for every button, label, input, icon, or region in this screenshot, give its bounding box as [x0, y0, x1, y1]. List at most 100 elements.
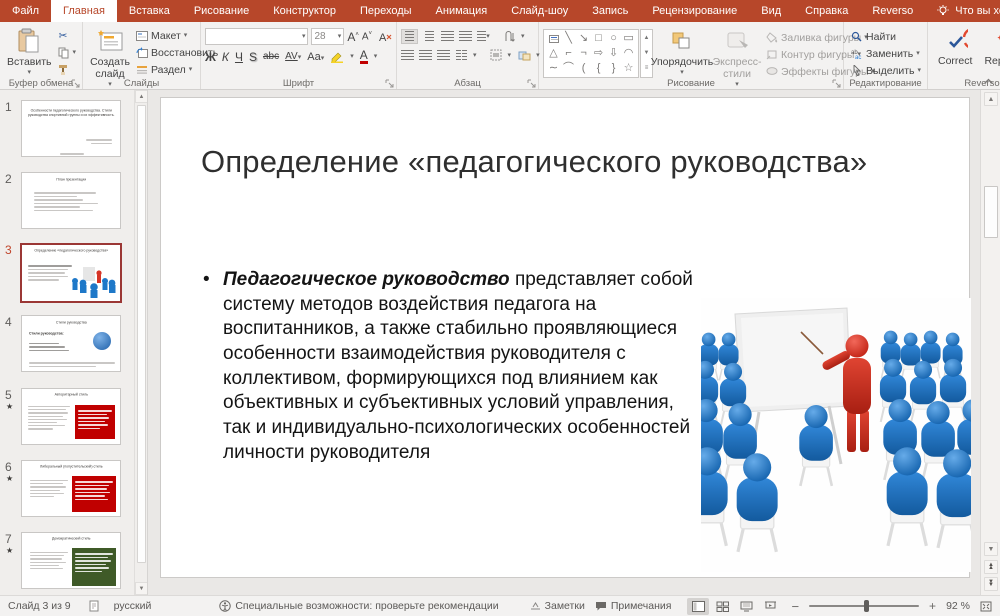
scroll-thumb[interactable]: [984, 186, 998, 238]
tell-me-box[interactable]: Что вы хотите сделать?: [937, 0, 1000, 22]
tab-home[interactable]: Главная: [51, 0, 117, 22]
tab-design[interactable]: Конструктор: [261, 0, 348, 22]
normal-view-button[interactable]: [687, 598, 709, 615]
slide-canvas[interactable]: Определение «педагогического руководства…: [160, 97, 970, 578]
strikethrough-button[interactable]: abc: [263, 51, 279, 62]
bold-button[interactable]: Ж: [205, 50, 216, 64]
text-direction-button[interactable]: [503, 31, 516, 43]
line-spacing-button[interactable]: ▾: [477, 31, 490, 43]
shape-elbow-connector-icon[interactable]: ⌐: [562, 47, 576, 61]
columns-button[interactable]: [455, 49, 468, 61]
slide-counter[interactable]: Слайд 3 из 9: [8, 600, 71, 612]
zoom-slider[interactable]: [809, 605, 919, 607]
shape-elbow-arrow-icon[interactable]: ¬: [577, 47, 591, 61]
find-button[interactable]: Найти: [848, 29, 923, 44]
tab-help[interactable]: Справка: [793, 0, 860, 22]
font-color-button[interactable]: A: [360, 49, 368, 64]
decrease-indent-button[interactable]: [441, 31, 454, 43]
align-center-button[interactable]: [419, 49, 432, 61]
zoom-in-button[interactable]: +: [929, 599, 936, 613]
shape-curve-icon[interactable]: (: [577, 62, 591, 76]
copy-button[interactable]: ▾: [55, 45, 79, 60]
slide-body-text[interactable]: •Педагогическое руководство представляет…: [201, 268, 701, 466]
thumbnail-slide-2[interactable]: План презентации: [21, 172, 121, 229]
align-text-button[interactable]: [490, 49, 503, 61]
notes-button[interactable]: Заметки: [530, 600, 585, 612]
zoom-level[interactable]: 92 %: [946, 600, 970, 612]
fit-slide-button[interactable]: [980, 601, 992, 612]
tab-view[interactable]: Вид: [749, 0, 793, 22]
shapes-gallery[interactable]: ╲ ↘ □ ○ ▭ △ ⌐ ¬ ⇨ ⇩ ◠ ∼ ⌒ ( { } ☆: [543, 29, 639, 78]
thumbnail-slide-3-selected[interactable]: Определение «педагогического руководства…: [20, 243, 122, 303]
shape-line-icon[interactable]: ╲: [562, 32, 576, 46]
language-indicator[interactable]: русский: [114, 600, 152, 612]
shape-rectangle-icon[interactable]: □: [592, 32, 606, 46]
reading-view-button[interactable]: [735, 598, 757, 615]
accessibility-checker[interactable]: Специальные возможности: проверьте реком…: [219, 600, 498, 612]
underline-button[interactable]: Ч: [235, 50, 243, 64]
thumbnail-slide-4[interactable]: Стили руководства Стили руководства:: [21, 315, 121, 372]
shape-right-brace-icon[interactable]: }: [607, 62, 621, 76]
font-size-combo[interactable]: 28▾: [311, 28, 344, 45]
tab-record[interactable]: Запись: [580, 0, 640, 22]
slide-sorter-view-button[interactable]: [711, 598, 733, 615]
thumbnail-slide-5[interactable]: Авторитарный стиль: [21, 388, 121, 445]
align-left-button[interactable]: [401, 49, 414, 61]
arrange-button[interactable]: Упорядочить ▾: [653, 25, 711, 78]
thumbnail-slide-1[interactable]: Особенности педагогического руководства.…: [21, 100, 121, 157]
next-slide-button[interactable]: ▼▼: [984, 577, 998, 591]
thumbnail-slide-7[interactable]: Демократический стиль: [21, 532, 121, 589]
thumbnail-scroll-thumb[interactable]: [137, 105, 146, 563]
zoom-slider-knob[interactable]: [864, 600, 869, 612]
tab-draw[interactable]: Рисование: [182, 0, 261, 22]
shape-chord-icon[interactable]: ◠: [622, 47, 636, 61]
shape-scribble-icon[interactable]: ∼: [547, 62, 561, 76]
tab-transitions[interactable]: Переходы: [348, 0, 424, 22]
shape-star-icon[interactable]: ☆: [622, 62, 636, 76]
character-spacing-button[interactable]: AV▾: [285, 51, 301, 62]
collapse-ribbon-button[interactable]: [983, 78, 994, 85]
comments-button[interactable]: Примечания: [595, 600, 672, 612]
paste-button[interactable]: Вставить ▾: [4, 25, 55, 78]
tab-slideshow[interactable]: Слайд-шоу: [499, 0, 580, 22]
italic-button[interactable]: К: [222, 50, 229, 64]
font-name-combo[interactable]: ▾: [205, 28, 308, 45]
shape-textbox-icon[interactable]: [547, 32, 561, 46]
change-case-button[interactable]: Aa▾: [307, 51, 324, 63]
slideshow-view-button[interactable]: [759, 598, 781, 615]
shrink-font-button[interactable]: A˅: [362, 31, 372, 42]
vertical-scrollbar[interactable]: ▲ ▼ ▲▲ ▼▼: [980, 90, 1000, 595]
reverso-rephraser-button[interactable]: Rephraser: [978, 25, 1000, 67]
select-button[interactable]: Выделить▾: [848, 63, 923, 78]
text-shadow-button[interactable]: S: [249, 50, 257, 64]
reverso-correct-button[interactable]: Correct: [932, 25, 978, 67]
classroom-picture[interactable]: [701, 298, 971, 572]
shape-down-arrow-icon[interactable]: ⇩: [607, 47, 621, 61]
spellcheck-icon[interactable]: [89, 600, 100, 612]
tab-review[interactable]: Рецензирование: [640, 0, 749, 22]
grow-font-button[interactable]: A˄: [347, 30, 359, 44]
replace-button[interactable]: abac Заменить▾: [848, 46, 923, 61]
shape-arc-icon[interactable]: ⌒: [562, 62, 576, 76]
tab-insert[interactable]: Вставка: [117, 0, 182, 22]
clear-formatting-button[interactable]: A: [379, 31, 392, 43]
shapes-scroll-up[interactable]: ▲: [641, 30, 652, 45]
tab-animations[interactable]: Анимация: [424, 0, 500, 22]
tab-file[interactable]: Файл: [0, 0, 51, 22]
align-right-button[interactable]: [437, 49, 450, 61]
shape-oval-icon[interactable]: ○: [607, 32, 621, 46]
increase-indent-button[interactable]: [459, 31, 472, 43]
shape-arrow-icon[interactable]: ↘: [577, 32, 591, 46]
cut-button[interactable]: ✂: [55, 28, 79, 43]
shape-triangle-icon[interactable]: △: [547, 47, 561, 61]
thumbnail-panel-scrollbar[interactable]: ▲ ▼: [134, 90, 147, 595]
previous-slide-button[interactable]: ▲▲: [984, 560, 998, 574]
scroll-up-button[interactable]: ▲: [984, 92, 998, 106]
thumbnail-slide-6[interactable]: Либеральный (попустительский) стиль: [21, 460, 121, 517]
bullets-button[interactable]: [401, 29, 418, 44]
scroll-down-button[interactable]: ▼: [984, 542, 998, 556]
highlight-button[interactable]: [330, 51, 344, 63]
thumbnail-scroll-up[interactable]: ▲: [135, 90, 148, 103]
shape-rounded-rectangle-icon[interactable]: ▭: [622, 32, 636, 46]
numbering-button[interactable]: [423, 31, 436, 43]
